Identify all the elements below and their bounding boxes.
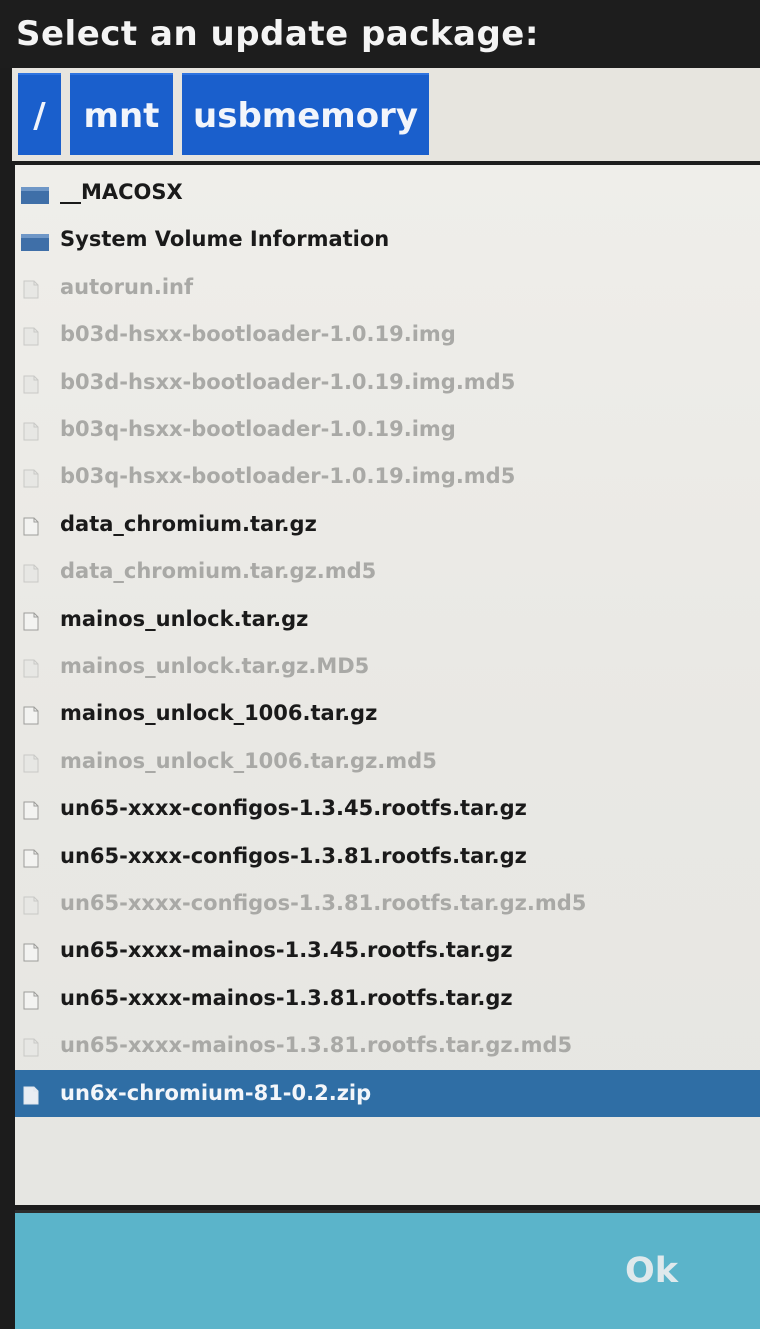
file-icon xyxy=(23,943,39,962)
file-icon xyxy=(23,469,39,488)
ok-button[interactable]: Ok xyxy=(625,1249,678,1293)
title-bar: Select an update package: xyxy=(0,0,760,68)
file-row[interactable]: b03q-hsxx-bootloader-1.0.19.img xyxy=(15,406,760,453)
file-icon xyxy=(23,801,39,820)
file-name: un65-xxxx-mainos-1.3.81.rootfs.tar.gz xyxy=(60,985,513,1010)
file-row[interactable]: autorun.inf xyxy=(15,264,760,311)
folder-icon xyxy=(21,234,49,252)
file-icon xyxy=(23,564,39,583)
file-row[interactable]: mainos_unlock_1006.tar.gz xyxy=(15,690,760,737)
file-row[interactable]: b03q-hsxx-bootloader-1.0.19.img.md5 xyxy=(15,453,760,500)
file-name: mainos_unlock_1006.tar.gz xyxy=(60,701,378,726)
file-name: System Volume Information xyxy=(60,227,390,252)
file-row[interactable]: mainos_unlock.tar.gz xyxy=(15,596,760,643)
path-breadcrumb: / mnt usbmemory xyxy=(12,68,760,165)
file-name: un65-xxxx-mainos-1.3.45.rootfs.tar.gz xyxy=(60,938,513,963)
file-icon xyxy=(23,517,39,536)
file-name: b03d-hsxx-bootloader-1.0.19.img.md5 xyxy=(60,369,516,394)
file-row[interactable]: un6x-chromium-81-0.2.zip xyxy=(15,1069,760,1117)
file-row[interactable]: un65-xxxx-mainos-1.3.81.rootfs.tar.gz xyxy=(15,975,760,1022)
file-row[interactable]: data_chromium.tar.gz xyxy=(15,501,760,548)
file-icon xyxy=(23,280,39,299)
breadcrumb-root[interactable]: / xyxy=(18,73,61,155)
file-icon xyxy=(23,754,39,773)
file-row[interactable]: mainos_unlock_1006.tar.gz.md5 xyxy=(15,738,760,785)
file-name: un65-xxxx-configos-1.3.81.rootfs.tar.gz.… xyxy=(60,891,587,915)
file-row[interactable]: un65-xxxx-configos-1.3.81.rootfs.tar.gz.… xyxy=(15,880,760,927)
file-icon xyxy=(23,327,39,346)
file-name: data_chromium.tar.gz xyxy=(60,511,317,536)
file-icon xyxy=(23,375,39,394)
file-name: mainos_unlock.tar.gz xyxy=(60,606,309,631)
file-name: un6x-chromium-81-0.2.zip xyxy=(60,1080,372,1105)
dialog-title: Select an update package: xyxy=(16,14,539,54)
folder-icon xyxy=(21,187,49,204)
file-row[interactable]: un65-xxxx-configos-1.3.81.rootfs.tar.gz xyxy=(15,833,760,880)
file-row[interactable]: un65-xxxx-mainos-1.3.45.rootfs.tar.gz xyxy=(15,927,760,974)
file-name: data_chromium.tar.gz.md5 xyxy=(60,559,377,584)
file-icon xyxy=(23,706,39,725)
action-bar: Ok xyxy=(15,1210,760,1329)
file-name: b03q-hsxx-bootloader-1.0.19.img.md5 xyxy=(60,464,516,489)
file-name: b03q-hsxx-bootloader-1.0.19.img xyxy=(60,417,456,441)
file-list[interactable]: __MACOSX System Volume Information autorun… xyxy=(15,165,760,1205)
file-icon xyxy=(23,1038,39,1057)
update-package-dialog: Select an update package: / mnt usbmemor… xyxy=(0,0,760,1329)
file-name: un65-xxxx-configos-1.3.81.rootfs.tar.gz xyxy=(60,843,527,868)
file-name: mainos_unlock_1006.tar.gz.md5 xyxy=(60,748,437,773)
file-name: __MACOSX xyxy=(60,180,183,204)
file-row[interactable]: mainos_unlock.tar.gz.MD5 xyxy=(15,643,760,690)
file-icon xyxy=(23,849,39,868)
file-icon xyxy=(23,659,39,678)
file-name: autorun.inf xyxy=(60,274,194,299)
file-row[interactable]: un65-xxxx-configos-1.3.45.rootfs.tar.gz xyxy=(15,785,760,832)
file-icon xyxy=(23,1086,39,1105)
file-icon xyxy=(23,612,39,631)
folder-row[interactable]: __MACOSX xyxy=(15,169,760,216)
file-row[interactable]: b03d-hsxx-bootloader-1.0.19.img xyxy=(15,311,760,358)
file-row[interactable]: b03d-hsxx-bootloader-1.0.19.img.md5 xyxy=(15,359,760,406)
file-name: un65-xxxx-configos-1.3.45.rootfs.tar.gz xyxy=(60,796,527,821)
folder-row[interactable]: System Volume Information xyxy=(15,216,760,263)
file-name: b03d-hsxx-bootloader-1.0.19.img xyxy=(60,322,456,347)
breadcrumb-mnt[interactable]: mnt xyxy=(70,73,173,155)
file-icon xyxy=(23,896,39,915)
file-icon xyxy=(23,422,39,441)
breadcrumb-usbmemory[interactable]: usbmemory xyxy=(182,73,429,155)
file-row[interactable]: un65-xxxx-mainos-1.3.81.rootfs.tar.gz.md… xyxy=(15,1022,760,1069)
file-name: un65-xxxx-mainos-1.3.81.rootfs.tar.gz.md… xyxy=(60,1033,573,1058)
file-row[interactable]: data_chromium.tar.gz.md5 xyxy=(15,548,760,595)
file-name: mainos_unlock.tar.gz.MD5 xyxy=(60,654,370,678)
file-icon xyxy=(23,991,39,1010)
